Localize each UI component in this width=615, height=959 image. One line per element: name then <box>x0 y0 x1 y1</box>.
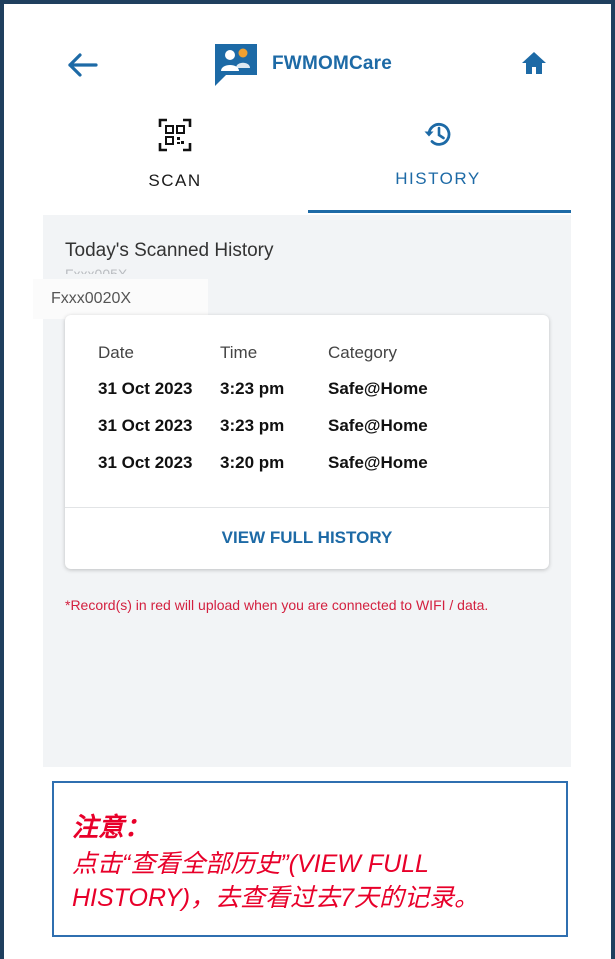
home-icon[interactable] <box>521 50 547 76</box>
tab-scan-label: SCAN <box>148 171 202 190</box>
active-tab-indicator <box>308 210 571 213</box>
section-title: Today's Scanned History <box>65 240 274 261</box>
app-title: FWMOMCare <box>272 53 393 74</box>
row-date: 31 Oct 2023 <box>98 453 193 472</box>
column-time: Time <box>220 343 258 362</box>
row-category: Safe@Home <box>328 379 428 398</box>
tab-scan[interactable]: SCAN <box>45 118 305 214</box>
masked-id-label: Fxxx0020X <box>33 279 208 319</box>
row-time: 3:23 pm <box>220 416 285 435</box>
history-clock-icon <box>422 118 454 155</box>
ghost-id-text: Fxxx005X <box>65 266 128 274</box>
row-date: 31 Oct 2023 <box>98 379 193 398</box>
app-logo: FWMOMCare <box>212 40 392 88</box>
column-category: Category <box>328 343 397 362</box>
annotation-heading: 注意： <box>72 812 151 842</box>
row-time: 3:23 pm <box>220 379 285 398</box>
chat-people-logo-icon <box>212 41 260 87</box>
row-category: Safe@Home <box>328 416 428 435</box>
qr-code-icon <box>158 118 192 157</box>
back-arrow-icon[interactable] <box>66 50 100 80</box>
tab-history[interactable]: HISTORY <box>308 118 568 214</box>
column-date: Date <box>98 343 134 362</box>
row-date: 31 Oct 2023 <box>98 416 193 435</box>
annotation-body: 点击“查看全部历史”(VIEW FULL HISTORY)，去查看过去7天的记录… <box>72 850 479 912</box>
row-time: 3:20 pm <box>220 453 285 472</box>
row-category: Safe@Home <box>328 453 428 472</box>
annotation-box: 注意： 点击“查看全部历史”(VIEW FULL HISTORY)，去查看过去7… <box>52 781 568 937</box>
view-full-history-button[interactable]: VIEW FULL HISTORY <box>65 507 549 569</box>
tab-history-label: HISTORY <box>395 169 481 188</box>
upload-note: *Record(s) in red will upload when you a… <box>65 597 489 613</box>
history-card: Date Time Category 31 Oct 2023 3:23 pm S… <box>65 315 549 569</box>
